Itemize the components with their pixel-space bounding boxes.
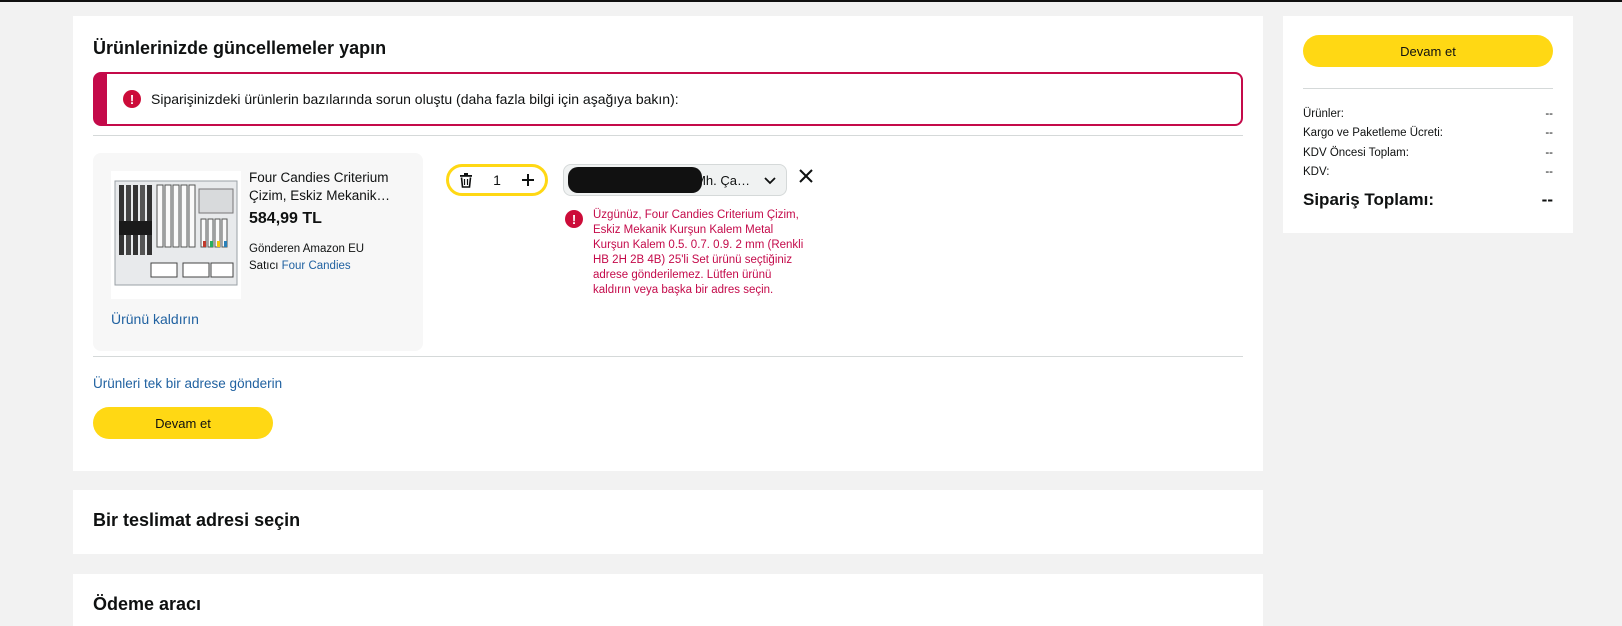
shipped-by: Gönderen Amazon EU (249, 243, 365, 255)
plus-icon[interactable] (519, 171, 537, 189)
alert-text: Siparişinizdeki ürünlerin bazılarında so… (151, 91, 679, 107)
exclamation-circle-icon: ! (565, 210, 583, 228)
product-card: Four Candies Criterium Çizim, Eskiz Meka… (93, 153, 423, 351)
top-border (0, 0, 1622, 2)
summary-value: -- (1545, 166, 1553, 178)
ship-to-single-address-link[interactable]: Ürünleri tek bir adrese gönderin (93, 376, 282, 391)
address-select[interactable]: Mh. Ça… (563, 164, 787, 196)
product-image[interactable] (111, 171, 241, 299)
chevron-down-icon (764, 173, 776, 188)
summary-row-shipping: Kargo ve Paketleme Ücreti: -- (1303, 127, 1553, 139)
product-name[interactable]: Four Candies Criterium Çizim, Eskiz Meka… (249, 169, 409, 205)
update-items-card: Ürünlerinizde güncellemeler yapın ! Sipa… (73, 16, 1263, 471)
delivery-address-title: Bir teslimat adresi seçin (93, 510, 301, 530)
quantity-value: 1 (493, 172, 501, 188)
trash-icon[interactable] (457, 171, 475, 189)
order-summary-card: Devam et Ürünler: -- Kargo ve Paketleme … (1283, 16, 1573, 233)
divider (93, 356, 1243, 357)
error-alert: ! Siparişinizdeki ürünlerin bazılarında … (93, 72, 1243, 126)
order-total: Sipariş Toplamı: -- (1303, 190, 1553, 210)
address-select-value: Mh. Ça… (695, 172, 750, 188)
order-total-value: -- (1541, 190, 1553, 209)
exclamation-circle-icon: ! (123, 90, 141, 108)
summary-label: KDV: (1303, 166, 1330, 178)
seller-prefix: Satıcı (249, 260, 279, 272)
summary-label: Kargo ve Paketleme Ücreti: (1303, 127, 1443, 139)
remove-item-link[interactable]: Ürünü kaldırın (111, 311, 199, 327)
order-total-label: Sipariş Toplamı: (1303, 190, 1434, 209)
seller-line: Satıcı Four Candies (249, 258, 364, 275)
continue-button[interactable]: Devam et (93, 407, 273, 439)
shipping-error: ! Üzgünüz, Four Candies Criterium Çizim,… (565, 208, 805, 298)
page-title: Ürünlerinizde güncellemeler yapın (93, 38, 387, 58)
shipping-error-text: Üzgünüz, Four Candies Criterium Çizim, E… (593, 209, 804, 296)
seller-link[interactable]: Four Candies (282, 260, 351, 272)
summary-row-pretax: KDV Öncesi Toplam: -- (1303, 147, 1553, 159)
product-price: 584,99 TL (249, 210, 322, 227)
payment-method-title: Ödeme aracı (93, 594, 202, 614)
summary-value: -- (1545, 127, 1553, 139)
summary-row-items: Ürünler: -- (1303, 108, 1553, 120)
summary-continue-button[interactable]: Devam et (1303, 35, 1553, 67)
summary-label: KDV Öncesi Toplam: (1303, 147, 1409, 159)
summary-value: -- (1545, 108, 1553, 120)
payment-method-card[interactable]: Ödeme aracı (73, 574, 1263, 626)
divider (1303, 88, 1553, 89)
close-icon[interactable] (799, 166, 813, 189)
quantity-stepper: 1 (446, 164, 548, 196)
fulfillment-info: Gönderen Amazon EU Satıcı Four Candies (249, 241, 364, 275)
redacted-address (568, 167, 702, 193)
delivery-address-card[interactable]: Bir teslimat adresi seçin (73, 490, 1263, 554)
divider (93, 135, 1243, 136)
summary-label: Ürünler: (1303, 108, 1344, 120)
summary-row-tax: KDV: -- (1303, 166, 1553, 178)
summary-value: -- (1545, 147, 1553, 159)
